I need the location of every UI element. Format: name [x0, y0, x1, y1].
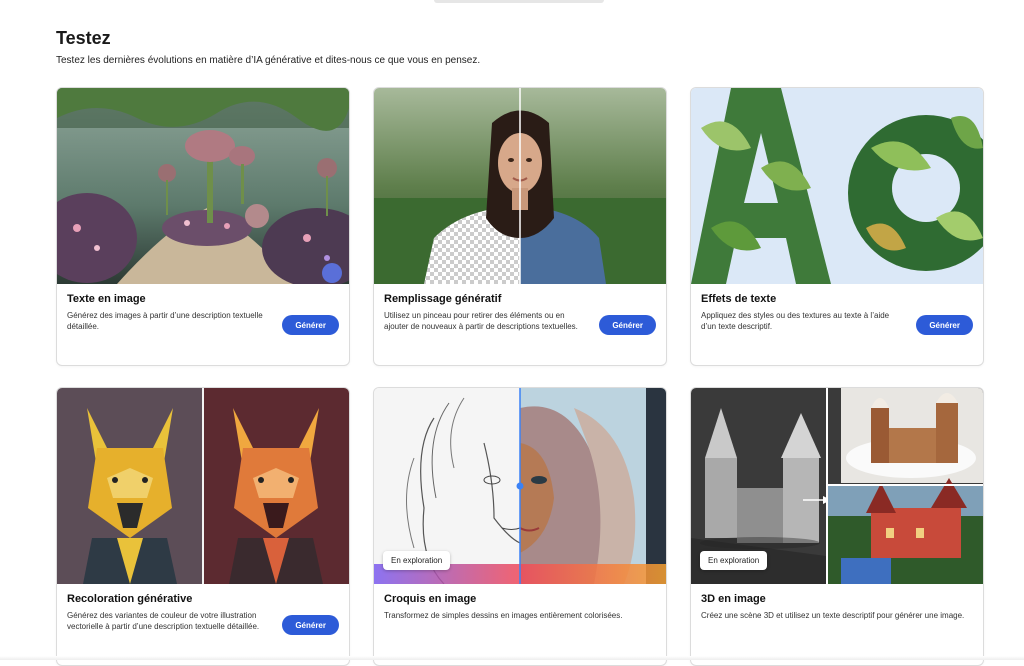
- bottom-edge: [0, 656, 1024, 660]
- card-title: Texte en image: [67, 293, 146, 305]
- card-title: Effets de texte: [701, 293, 777, 305]
- exploration-badge: En exploration: [383, 551, 451, 570]
- card-effets-de-texte[interactable]: Effets de texte Appliquez des styles ou …: [690, 87, 984, 366]
- page-subtitle: Testez les dernières évolutions en matiè…: [56, 55, 481, 66]
- page-title: Testez: [56, 28, 111, 48]
- exploration-badge: En exploration: [700, 551, 768, 570]
- top-scroll-indicator: [434, 0, 604, 3]
- card-description: Générez des images à partir d’une descri…: [67, 311, 263, 331]
- fantasy-garden-image: [57, 88, 349, 284]
- card-title: Croquis en image: [384, 593, 477, 605]
- card-title: 3D en image: [701, 593, 766, 605]
- card-description: Utilisez un pinceau pour retirer des élé…: [384, 311, 578, 331]
- card-3d-en-image[interactable]: En exploration 3D en image Créez une scè…: [690, 387, 984, 666]
- card-texte-en-image[interactable]: Texte en image Générez des images à part…: [56, 87, 350, 366]
- leafy-letters-image: [691, 88, 983, 284]
- generate-button[interactable]: Générer: [916, 315, 973, 335]
- card-description: Transformez de simples dessins en images…: [384, 611, 623, 620]
- generate-button[interactable]: Générer: [282, 615, 339, 635]
- card-description: Appliquez des styles ou des textures au …: [701, 311, 890, 331]
- card-croquis-en-image[interactable]: En exploration Croquis en image Transfor…: [373, 387, 667, 666]
- card-remplissage-generatif[interactable]: Remplissage génératif Utilisez un pincea…: [373, 87, 667, 366]
- card-title: Recoloration générative: [67, 593, 193, 605]
- card-recoloration-generative[interactable]: Recoloration générative Générez des vari…: [56, 387, 350, 666]
- woman-portrait-split-image: [374, 88, 666, 284]
- generate-button[interactable]: Générer: [599, 315, 656, 335]
- card-description: Générez des variantes de couleur de votr…: [67, 611, 260, 631]
- generate-button[interactable]: Générer: [282, 315, 339, 335]
- card-description: Créez une scène 3D et utilisez un texte …: [701, 611, 965, 620]
- card-title: Remplissage génératif: [384, 293, 502, 305]
- dog-illustration-recolor-image: [57, 388, 349, 584]
